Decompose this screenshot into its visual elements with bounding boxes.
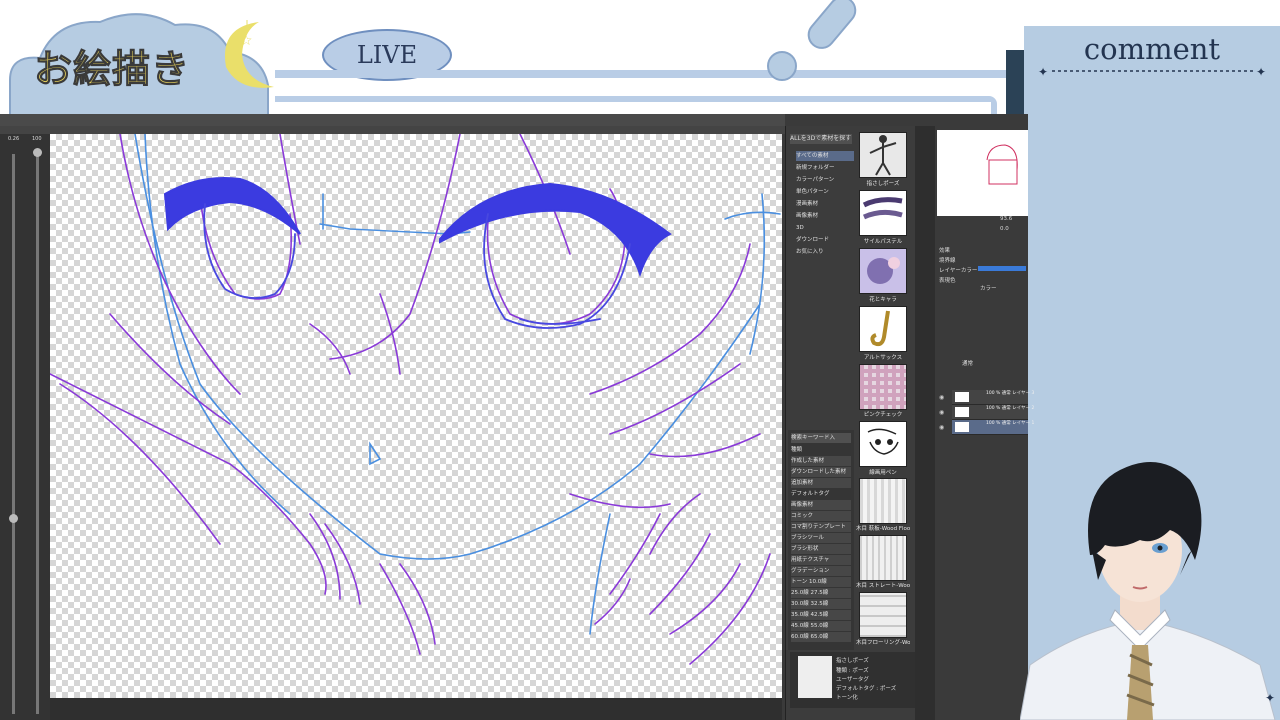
detail-preview — [798, 656, 832, 698]
detail-line: 種類 : ポーズ — [836, 668, 869, 674]
detail-line: トーン化 — [836, 695, 858, 701]
layer-row[interactable]: 100 % 通常 レイヤー 3 — [952, 390, 1034, 405]
tag-item[interactable]: 用紙テクスチャ — [791, 555, 851, 565]
thumbnail-label: アルトサックス — [863, 355, 903, 361]
thumbnail-label: 木目 ストレート-Wood Flo — [856, 583, 910, 589]
slider-handle[interactable] — [9, 514, 18, 523]
sparkle-icon: ✦ — [1265, 691, 1275, 705]
property-label: 効果 — [939, 248, 951, 254]
property-value: 93.6 — [1000, 216, 1013, 222]
sketch-artwork — [50, 134, 781, 665]
brush-size-value: 0.26 — [8, 136, 20, 142]
opacity-value: 100 — [32, 136, 42, 142]
header-band-frame — [275, 96, 997, 114]
tag-item[interactable]: デフォルトタグ — [791, 489, 851, 499]
thumbnail-label: 木目フローリング-Wood Flo — [856, 640, 910, 646]
expression-color-select[interactable]: カラー — [980, 284, 997, 292]
material-tree-item[interactable]: カラーパターン — [796, 175, 854, 185]
property-label: 表現色 — [939, 278, 956, 284]
vtuber-avatar: ✦ — [1020, 462, 1276, 720]
layer-color-swatch[interactable] — [978, 266, 1026, 271]
material-thumbnail[interactable] — [859, 248, 907, 294]
tag-item[interactable]: コマ割りテンプレート — [791, 522, 851, 532]
tag-item[interactable]: コミック — [791, 511, 851, 521]
tag-item[interactable]: 作成した素材 — [791, 456, 851, 466]
material-tree-item[interactable]: 単色パターン — [796, 187, 854, 197]
thumbnail-label: 花とキャラ — [869, 297, 897, 303]
tag-item[interactable]: 35.0線 42.5線 — [791, 610, 851, 620]
tag-item[interactable]: グラデーション — [791, 566, 851, 576]
material-tree-item[interactable]: 漫画素材 — [796, 199, 854, 209]
brush-size-palette: 0.26 100 — [0, 134, 50, 720]
material-tree-item[interactable]: 画像素材 — [796, 211, 854, 221]
property-label: 境界線 — [939, 258, 956, 264]
visibility-eye-icon[interactable]: ◉ — [939, 409, 944, 416]
sparkle-icon: ✦ — [1038, 65, 1048, 78]
material-thumbnail[interactable] — [859, 132, 907, 178]
material-tree-item[interactable]: すべての素材 — [796, 151, 854, 161]
sparkle-icon: ✦ — [1256, 65, 1266, 78]
material-thumbnail[interactable] — [859, 592, 907, 638]
detail-line: 指さしポーズ — [836, 658, 869, 664]
panel-icon-column[interactable] — [915, 126, 935, 720]
thumbnail-label: 線画用ペン — [869, 470, 897, 476]
tag-item[interactable]: 画像素材 — [791, 500, 851, 510]
material-tree-item[interactable]: お気に入り — [796, 247, 854, 257]
navigator-preview[interactable] — [937, 130, 1028, 216]
tag-item[interactable]: 45.0線 55.0線 — [791, 621, 851, 631]
material-thumbnail[interactable] — [859, 478, 907, 524]
tag-item[interactable]: 60.0線 65.0線 — [791, 632, 851, 642]
material-search-button[interactable]: ALLを3Dで素材を探す — [790, 134, 852, 144]
material-tree-item[interactable]: ダウンロード — [796, 235, 854, 245]
material-thumbnail[interactable] — [859, 421, 907, 467]
blend-mode-select[interactable]: 通常 — [962, 359, 973, 367]
thumbnail-label: サイルパステル — [863, 239, 903, 245]
thumbnail-label: 木目 萩板-Wood Flooring — [856, 526, 910, 532]
canvas-statusbar — [50, 698, 782, 720]
visibility-eye-icon[interactable]: ◉ — [939, 424, 944, 431]
property-label: レイヤーカラー — [939, 268, 978, 274]
tag-item[interactable]: 30.0線 32.5線 — [791, 599, 851, 609]
detail-line: ユーザータグ — [836, 677, 869, 683]
material-tree-item[interactable]: 3D — [796, 223, 854, 233]
opacity-slider[interactable] — [36, 154, 39, 714]
tag-item[interactable]: 25.0線 27.5線 — [791, 588, 851, 598]
stream-title: お絵描き — [33, 46, 191, 92]
material-thumbnail[interactable] — [859, 190, 907, 236]
comment-divider: ✦ ✦ — [1038, 65, 1266, 78]
thumbnail-label: 指さしポーズ — [866, 181, 900, 187]
tag-item[interactable]: トーン 10.0線 — [791, 577, 851, 587]
header-band — [275, 70, 1010, 78]
tag-item[interactable]: 追加素材 — [791, 478, 851, 488]
slider-handle[interactable] — [33, 148, 42, 157]
detail-line: デフォルトタグ : ポーズ — [836, 686, 897, 692]
material-thumbnail[interactable] — [859, 306, 907, 352]
tag-item[interactable]: 種類 — [791, 445, 851, 455]
app-menubar[interactable] — [0, 114, 785, 126]
drawing-canvas[interactable] — [50, 134, 782, 698]
tag-item[interactable]: ブラシツール — [791, 533, 851, 543]
layer-row[interactable]: 100 % 通常 レイヤー 1 — [952, 420, 1034, 435]
material-tree-item[interactable]: 新規フォルダー — [796, 163, 854, 173]
tag-item[interactable]: ダウンロードした素材 — [791, 467, 851, 477]
material-thumbnail[interactable] — [859, 535, 907, 581]
layer-row[interactable]: 100 % 通常 レイヤー 2 — [952, 405, 1034, 420]
tag-search-input[interactable]: 検索キーワード入 — [791, 433, 851, 443]
thumbnail-label: ピンクチェック — [863, 412, 903, 418]
exclamation-decoration — [767, 0, 857, 81]
app-toolbar[interactable] — [0, 126, 785, 134]
comment-title: comment — [1083, 32, 1221, 66]
visibility-eye-icon[interactable]: ◉ — [939, 394, 944, 401]
material-thumbnail[interactable] — [859, 364, 907, 410]
tag-item[interactable]: ブラシ形状 — [791, 544, 851, 554]
overlay-edge — [1006, 50, 1024, 114]
brush-size-slider[interactable] — [12, 154, 15, 714]
property-value: 0.0 — [1000, 226, 1009, 232]
star-icon: ☆ — [240, 33, 253, 49]
